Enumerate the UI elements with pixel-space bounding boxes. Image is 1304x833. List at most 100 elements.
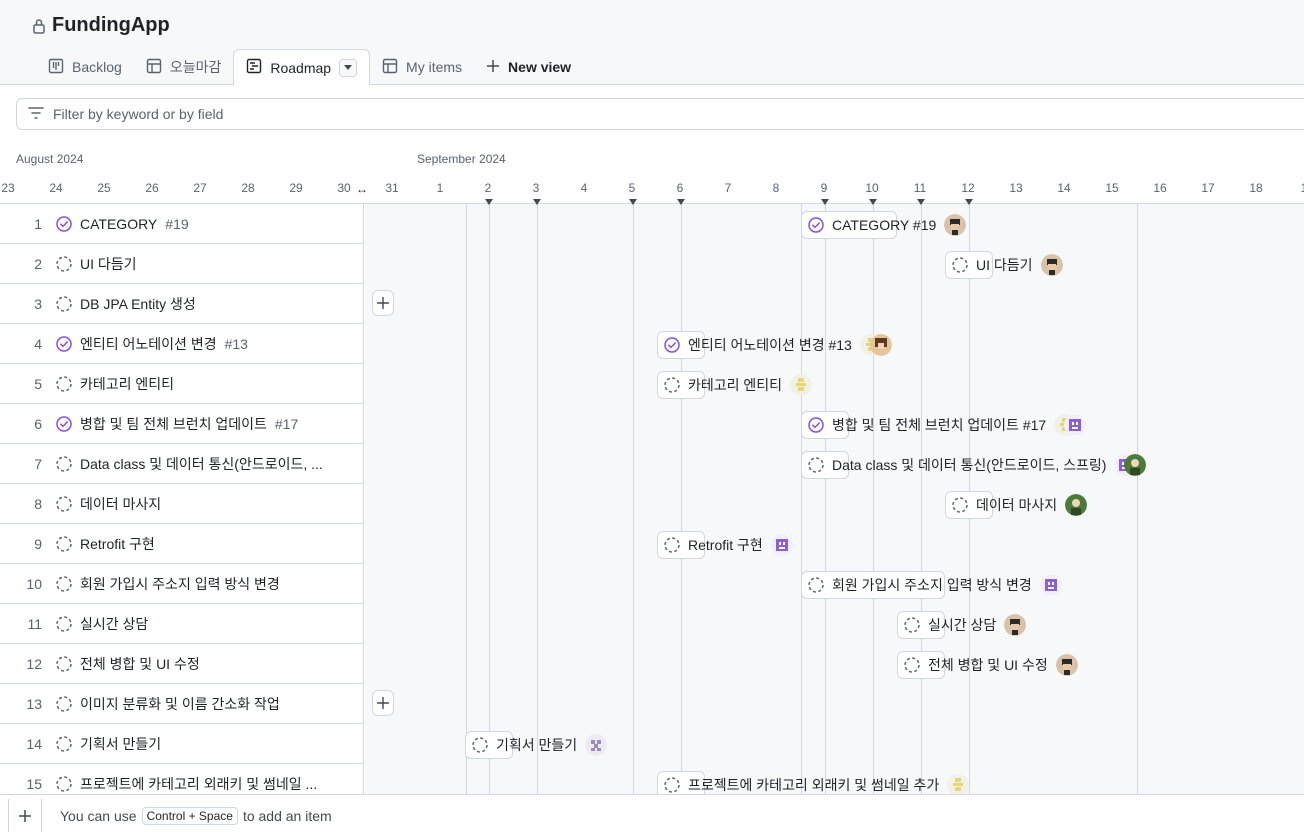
table-row[interactable]: 1 CATEGORY #19 xyxy=(0,204,363,244)
add-date-button[interactable] xyxy=(372,690,394,716)
avatar[interactable] xyxy=(770,534,793,556)
day-label: 1 xyxy=(436,181,444,195)
table-row[interactable]: 2 UI 다듬기 xyxy=(0,244,363,284)
avatar[interactable] xyxy=(1124,454,1147,476)
tab-backlog[interactable]: Backlog xyxy=(36,49,134,85)
table-row[interactable]: 14 기획서 만들기 xyxy=(0,724,363,764)
item-title[interactable]: 병합 및 팀 전체 브런치 업데이트 xyxy=(80,414,267,434)
item-title[interactable]: 데이터 마사지 xyxy=(80,494,161,514)
roadmap-bar[interactable]: 데이터 마사지 xyxy=(945,491,1088,519)
table-row[interactable]: 9 Retrofit 구현 xyxy=(0,524,363,564)
table-row[interactable]: 15 프로젝트에 카테고리 외래키 및 썸네일 ... xyxy=(0,764,363,794)
avatar[interactable] xyxy=(944,214,967,236)
assignee-avatars[interactable] xyxy=(1004,614,1027,636)
item-title[interactable]: 회원 가입시 주소지 입력 방식 변경 xyxy=(80,574,280,594)
item-title[interactable]: 전체 병합 및 UI 수정 xyxy=(80,654,200,674)
table-row[interactable]: 8 데이터 마사지 xyxy=(0,484,363,524)
avatar[interactable] xyxy=(1055,654,1078,676)
tab-my-items[interactable]: My items xyxy=(370,49,474,85)
table-row[interactable]: 5 카테고리 엔티티 xyxy=(0,364,363,404)
assignee-avatars[interactable] xyxy=(770,534,793,556)
avatar[interactable] xyxy=(1004,614,1027,636)
day-label: 11 xyxy=(913,181,927,195)
table-row[interactable]: 3 DB JPA Entity 생성 xyxy=(0,284,363,324)
roadmap-bar[interactable]: UI 다듬기 xyxy=(945,251,1063,279)
view-options-dropdown[interactable] xyxy=(339,58,358,77)
table-row[interactable]: 4 엔티티 어노테이션 변경 #13 xyxy=(0,324,363,364)
day-label: 25 xyxy=(97,181,111,195)
roadmap-bar[interactable]: 카테고리 엔티티 xyxy=(657,371,813,399)
issue-number[interactable]: #13 xyxy=(225,336,248,352)
avatar[interactable] xyxy=(1064,414,1087,436)
roadmap-bar[interactable]: 실시간 상담 xyxy=(897,611,1027,639)
tab-roadmap[interactable]: Roadmap xyxy=(233,49,371,86)
bar-label: Data class 및 데이터 통신(안드로이드, 스프링) xyxy=(832,457,1107,473)
tab-deadline-today[interactable]: 오늘마감 xyxy=(134,49,234,85)
iteration-marker xyxy=(485,199,493,205)
assignee-avatars[interactable] xyxy=(585,734,608,756)
tab-label: 오늘마감 xyxy=(169,59,222,75)
item-title[interactable]: 엔티티 어노테이션 변경 xyxy=(80,334,217,354)
draft-issue-icon xyxy=(664,537,680,553)
assignee-avatars[interactable] xyxy=(859,334,892,356)
item-title[interactable]: 실시간 상담 xyxy=(80,614,148,634)
avatar[interactable] xyxy=(1065,494,1088,516)
avatar[interactable] xyxy=(585,734,608,756)
table-row[interactable]: 13 이미지 분류화 및 이름 간소화 작업 xyxy=(0,684,363,724)
avatar[interactable] xyxy=(1039,574,1062,596)
assignee-avatars[interactable] xyxy=(1065,494,1088,516)
assignee-avatars[interactable] xyxy=(1114,454,1147,476)
assignee-avatars[interactable] xyxy=(1054,414,1087,436)
roadmap-bar[interactable]: 엔티티 어노테이션 변경 #13 xyxy=(657,331,892,359)
item-title[interactable]: CATEGORY xyxy=(80,216,157,232)
table-row[interactable]: 7 Data class 및 데이터 통신(안드로이드, ... xyxy=(0,444,363,484)
assignee-avatars[interactable] xyxy=(947,774,970,794)
item-title[interactable]: 기획서 만들기 xyxy=(80,734,161,754)
roadmap-bar[interactable]: 기획서 만들기 xyxy=(465,731,608,759)
assignee-avatars[interactable] xyxy=(790,374,813,396)
assignee-avatars[interactable] xyxy=(944,214,967,236)
draft-issue-icon xyxy=(808,457,824,473)
item-title[interactable]: 카테고리 엔티티 xyxy=(80,374,174,394)
add-item-hint[interactable]: You can use Control + Space to add an it… xyxy=(60,807,332,825)
assignee-avatars[interactable] xyxy=(1055,654,1078,676)
roadmap-bar[interactable]: 회원 가입시 주소지 입력 방식 변경 xyxy=(801,571,1062,599)
assignee-avatars[interactable] xyxy=(1039,574,1062,596)
table-row[interactable]: 10 회원 가입시 주소지 입력 방식 변경 xyxy=(0,564,363,604)
day-label: 3 xyxy=(532,181,540,195)
item-title[interactable]: Retrofit 구현 xyxy=(80,534,155,554)
issue-number[interactable]: #17 xyxy=(275,416,298,432)
roadmap-bar[interactable]: 전체 병합 및 UI 수정 xyxy=(897,651,1078,679)
new-view-button[interactable]: New view xyxy=(474,49,583,85)
filter-icon xyxy=(27,106,45,123)
table-icon xyxy=(382,58,398,77)
avatar[interactable] xyxy=(790,374,813,396)
avatar[interactable] xyxy=(869,334,892,356)
filter-input[interactable] xyxy=(53,106,553,122)
column-resize-handle[interactable]: ↔ xyxy=(356,182,368,196)
row-number: 5 xyxy=(34,375,42,392)
item-title[interactable]: 프로젝트에 카테고리 외래키 및 썸네일 ... xyxy=(80,774,317,794)
table-row[interactable]: 12 전체 병합 및 UI 수정 xyxy=(0,644,363,684)
add-item-button[interactable] xyxy=(8,799,42,832)
roadmap-bar[interactable]: CATEGORY #19 xyxy=(801,211,967,239)
add-date-button[interactable] xyxy=(372,290,394,316)
roadmap-bar[interactable]: Retrofit 구현 xyxy=(657,531,793,559)
draft-issue-icon xyxy=(952,257,968,273)
roadmap-bar[interactable]: 병합 및 팀 전체 브런치 업데이트 #17 xyxy=(801,411,1087,439)
roadmap-bar[interactable]: Data class 및 데이터 통신(안드로이드, 스프링) xyxy=(801,451,1147,479)
issue-number[interactable]: #19 xyxy=(165,216,188,232)
assignee-avatars[interactable] xyxy=(1040,254,1063,276)
avatar[interactable] xyxy=(1040,254,1063,276)
table-row[interactable]: 11 실시간 상담 xyxy=(0,604,363,644)
bar-label: 병합 및 팀 전체 브런치 업데이트 #17 xyxy=(832,417,1047,433)
item-title[interactable]: Data class 및 데이터 통신(안드로이드, ... xyxy=(80,454,323,474)
day-label: 14 xyxy=(1057,181,1071,195)
roadmap-bar[interactable]: 프로젝트에 카테고리 외래키 및 썸네일 추가 xyxy=(657,771,970,794)
item-title[interactable]: UI 다듬기 xyxy=(80,254,137,274)
table-row[interactable]: 6 병합 및 팀 전체 브런치 업데이트 #17 xyxy=(0,404,363,444)
project-title[interactable]: FundingApp xyxy=(52,14,170,37)
item-title[interactable]: DB JPA Entity 생성 xyxy=(80,294,196,314)
item-title[interactable]: 이미지 분류화 및 이름 간소화 작업 xyxy=(80,694,280,714)
avatar[interactable] xyxy=(947,774,970,794)
